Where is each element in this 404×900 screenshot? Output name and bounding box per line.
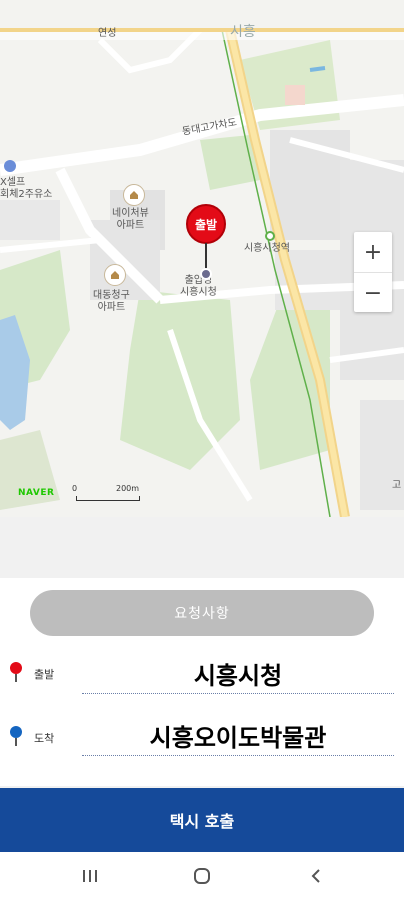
zoom-control: + − [354,232,392,312]
back-icon[interactable] [306,866,326,886]
trip-panel: 요청사항 출발 시흥시청 도착 시흥오이도박물관 [0,578,404,786]
request-notes-button[interactable]: 요청사항 [30,590,374,636]
arrival-row[interactable]: 도착 시흥오이도박물관 [0,714,404,764]
naver-logo: NAVER [18,488,55,498]
departure-pin[interactable]: 출발 [186,204,226,244]
departure-row[interactable]: 출발 시흥시청 [0,652,404,702]
departure-label: 출발 [34,668,55,681]
arrival-label: 도착 [34,732,55,745]
apartment-icon [123,184,145,206]
recent-apps-icon[interactable] [80,866,100,886]
pin-location-dot [200,268,212,280]
map-label-gas-station: X셀프 회체2주유소 [0,177,53,200]
scale-zero: 0 [72,484,78,493]
map-label-cityhall: 출입청 시흥시청 [180,275,217,298]
call-taxi-button[interactable]: 택시 호출 [0,788,404,852]
zoom-in-button[interactable]: + [354,232,392,272]
arrival-value[interactable]: 시흥오이도박물관 [82,718,394,756]
departure-value[interactable]: 시흥시청 [82,656,394,694]
scale-bar [76,496,140,501]
map-canvas [0,0,404,517]
map-label-right-edge: 고 [392,480,402,491]
map-label-daedong-apt: 대동청구 아파트 [93,290,130,313]
map-label-nature-view-apt: 네이처뷰 아파트 [112,208,149,231]
departure-marker-stem [15,674,17,682]
map-label-top-left: 연성 [98,28,117,39]
departure-marker-icon [10,662,22,674]
map-label-station: 시흥시청역 [244,243,290,254]
arrival-marker-stem [15,738,17,746]
home-icon[interactable] [192,866,212,886]
gas-station-icon [4,160,16,172]
scale-label: 200m [116,484,140,493]
map-view[interactable]: 연성 시흥 동대고가차도 X셀프 회체2주유소 네이처뷰 아파트 대동청구 아파… [0,0,404,517]
map-label-top-center: 시흥 [230,24,256,40]
apartment-icon [104,264,126,286]
system-nav-bar [0,852,404,900]
zoom-out-button[interactable]: − [354,273,392,313]
arrival-marker-icon [10,726,22,738]
